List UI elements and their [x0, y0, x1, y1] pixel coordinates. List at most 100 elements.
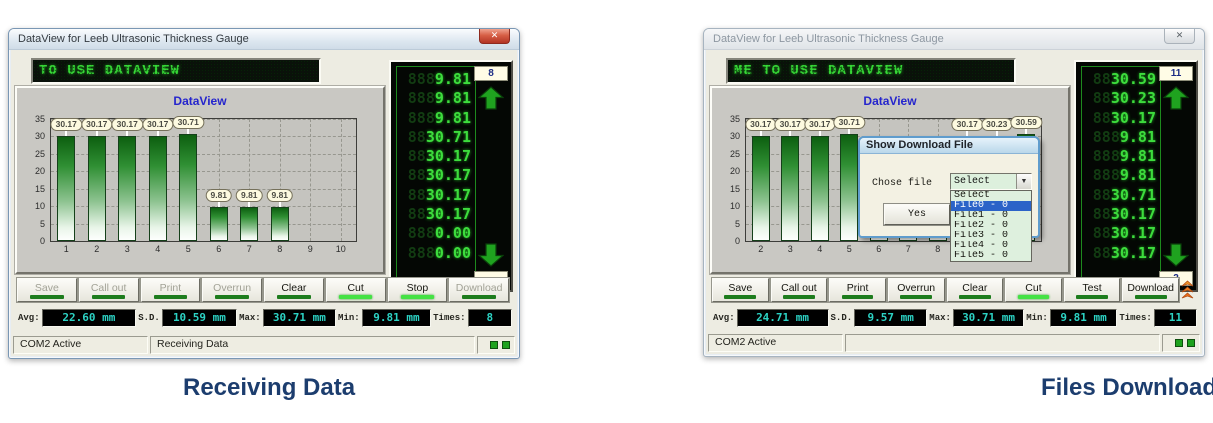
axis-tick-label: 5 — [847, 244, 852, 254]
button-underline — [1135, 295, 1167, 299]
bar-value-label: 30.17 — [51, 118, 82, 131]
led-row: 8889.81 — [399, 109, 471, 128]
status-com-port: COM2 Active — [708, 334, 843, 352]
file-select-combo[interactable]: Select ▼ — [950, 173, 1032, 190]
led-value: 9.81 — [435, 70, 471, 88]
axis-tick-label: 6 — [876, 244, 881, 254]
file-option[interactable]: File4 - 0 — [951, 241, 1031, 251]
close-icon[interactable] — [1164, 29, 1195, 44]
clear-button[interactable]: Clear — [947, 278, 1004, 302]
led-ghost-digits: 888 — [1093, 128, 1120, 146]
close-icon[interactable] — [479, 29, 510, 44]
bar-value-label: 30.17 — [81, 118, 112, 131]
chart-title: DataView — [712, 94, 1068, 108]
button-label: Stop — [407, 282, 429, 294]
download-button[interactable]: Download — [1122, 278, 1179, 302]
button-underline — [154, 295, 187, 299]
led-ghost-digits: 88 — [1093, 244, 1111, 262]
yes-button[interactable]: Yes — [884, 204, 950, 225]
overrun-button: Overrun — [202, 278, 262, 302]
bar-value-label: 30.59 — [1011, 116, 1042, 129]
bar-value-label: 30.17 — [952, 118, 983, 131]
axis-tick-label: 8 — [935, 244, 940, 254]
stat-value-display: 9.81 mm — [1050, 309, 1118, 327]
stat-value-display: 11 — [1154, 309, 1197, 327]
led-value: 30.17 — [426, 186, 471, 204]
scroll-down-icon[interactable] — [1163, 243, 1189, 267]
titlebar[interactable]: DataView for Leeb Ultrasonic Thickness G… — [9, 29, 519, 50]
stat-value-display: 10.59 mm — [162, 309, 237, 327]
cut-button[interactable]: Cut — [326, 278, 386, 302]
scroll-up-icon[interactable] — [478, 86, 504, 110]
page: DataView for Leeb Ultrasonic Thickness G… — [0, 0, 1213, 423]
bar-value-label: 9.81 — [266, 189, 293, 202]
overrun-button[interactable]: Overrun — [888, 278, 945, 302]
led-value: 30.71 — [426, 128, 471, 146]
bar-connector — [848, 129, 850, 134]
stat-label: Avg: — [713, 313, 735, 323]
led-row: 8889.81 — [1084, 128, 1156, 147]
titlebar[interactable]: DataView for Leeb Ultrasonic Thickness G… — [704, 29, 1204, 50]
bar — [271, 207, 289, 241]
bar — [88, 136, 106, 241]
file-option[interactable]: File2 - 0 — [951, 221, 1031, 231]
button-label: Save — [728, 282, 752, 294]
bar — [57, 136, 75, 241]
button-underline — [277, 295, 310, 299]
file-option[interactable]: File1 - 0 — [951, 211, 1031, 221]
led-value: 9.81 — [1120, 128, 1156, 146]
led-row: 8830.17 — [399, 147, 471, 166]
gridline — [310, 119, 311, 241]
scroll-up-icon[interactable] — [1163, 86, 1189, 110]
axis-tick-label: 5 — [186, 244, 191, 254]
bar — [149, 136, 167, 241]
led-value: 30.59 — [1111, 70, 1156, 88]
bar-connector — [279, 202, 281, 207]
led-display: 8830.598830.238830.178889.818889.818889.… — [1081, 66, 1161, 284]
record-count-box: 8 — [474, 66, 508, 81]
button-underline — [1018, 295, 1050, 299]
call-out-button[interactable]: Call out — [771, 278, 828, 302]
stat-value-display: 22.60 mm — [42, 309, 137, 327]
scroll-down-icon[interactable] — [478, 243, 504, 267]
axis-tick-label: 3 — [125, 244, 130, 254]
bar-connector — [789, 131, 791, 136]
led-row: 8889.81 — [1084, 166, 1156, 185]
file-option[interactable]: File0 - 0 — [951, 201, 1031, 211]
button-underline — [92, 295, 125, 299]
led-ghost-digits: 88 — [1093, 205, 1111, 223]
file-option[interactable]: Select — [951, 191, 1031, 201]
axis-tick-label: 8 — [277, 244, 282, 254]
call-out-button: Call out — [79, 278, 139, 302]
stop-button[interactable]: Stop — [388, 278, 448, 302]
bar-value-label: 9.81 — [236, 189, 263, 202]
led-ghost-digits: 88 — [1093, 186, 1111, 204]
file-option[interactable]: File3 - 0 — [951, 231, 1031, 241]
bar-connector — [157, 131, 159, 136]
button-underline — [30, 295, 63, 299]
cut-button[interactable]: Cut — [1005, 278, 1062, 302]
axis-tick-label: 35 — [35, 114, 45, 124]
led-value: 0.00 — [435, 224, 471, 242]
file-option[interactable]: File5 - 0 — [951, 251, 1031, 261]
led-row: 8830.17 — [1084, 244, 1156, 263]
save-button[interactable]: Save — [712, 278, 769, 302]
print-button[interactable]: Print — [829, 278, 886, 302]
bar — [118, 136, 136, 241]
led-ghost-digits: 88 — [1093, 89, 1111, 107]
status-bar: COM2 Active — [708, 334, 1200, 352]
button-underline — [215, 295, 248, 299]
client-area: ME TO USE DATAVIEW DataView 051015202530… — [706, 50, 1202, 354]
button-underline — [959, 295, 991, 299]
axis-tick-label: 0 — [735, 236, 740, 246]
clear-button[interactable]: Clear — [264, 278, 324, 302]
marquee-display: TO USE DATAVIEW — [31, 58, 321, 84]
test-button[interactable]: Test — [1064, 278, 1121, 302]
button-label: Cut — [1025, 282, 1041, 294]
bar-connector — [218, 202, 220, 207]
chevron-down-icon[interactable]: ▼ — [1016, 174, 1031, 189]
axis-tick-label: 2 — [94, 244, 99, 254]
led-ghost-digits: 888 — [408, 70, 435, 88]
led-row: 8830.17 — [399, 205, 471, 224]
led-readings-panel: 8889.818889.818889.818830.718830.178830.… — [389, 60, 513, 292]
